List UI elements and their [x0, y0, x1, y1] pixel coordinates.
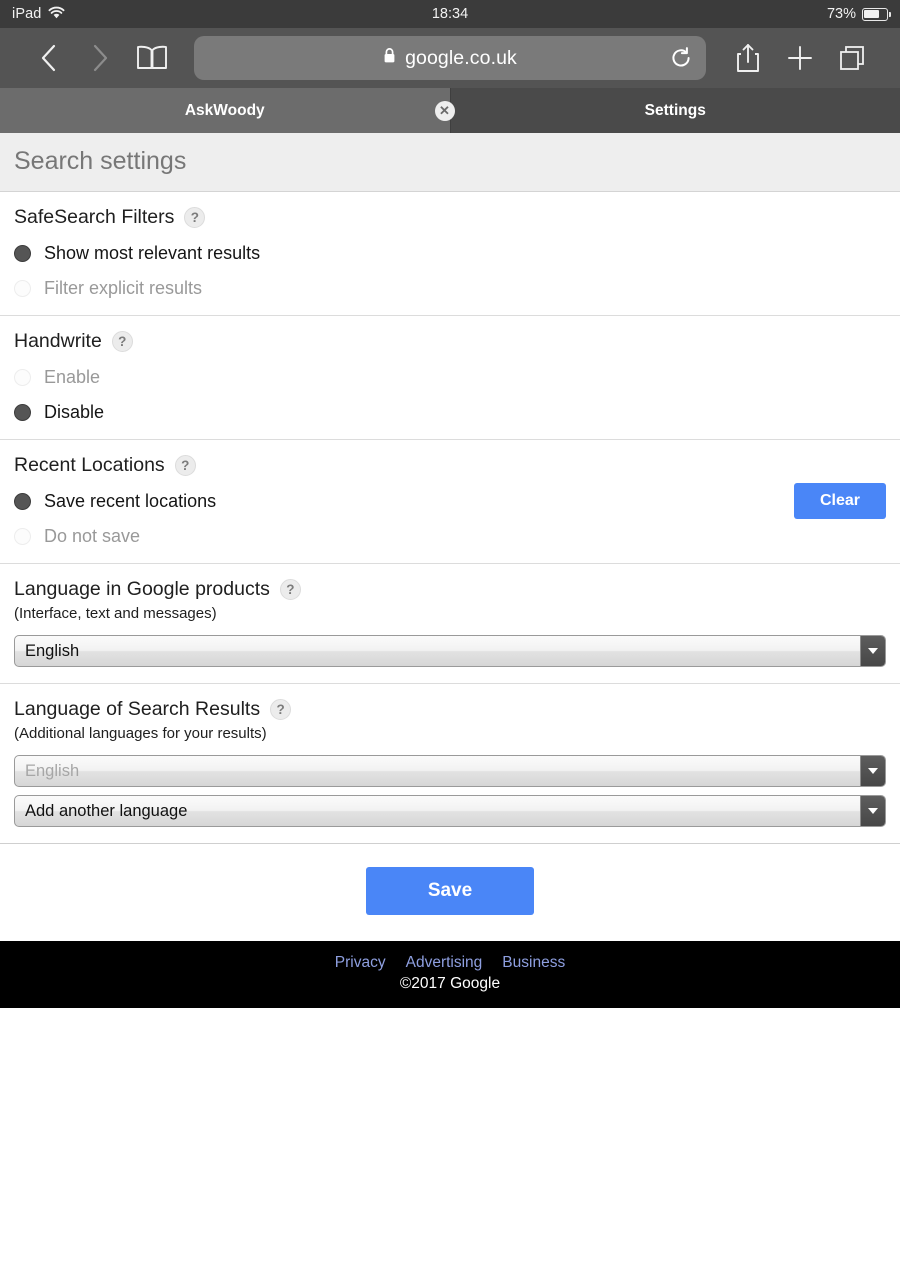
- radio-label: Show most relevant results: [44, 243, 260, 264]
- save-area: Save: [0, 844, 900, 941]
- page-footer: Privacy Advertising Business ©2017 Googl…: [0, 941, 900, 1008]
- help-icon[interactable]: ?: [112, 331, 133, 352]
- section-heading: Handwrite ?: [14, 330, 886, 353]
- radio-button[interactable]: [14, 493, 31, 510]
- help-icon[interactable]: ?: [175, 455, 196, 476]
- address-bar[interactable]: google.co.uk: [194, 36, 706, 80]
- page-blank-area: [0, 1008, 900, 1265]
- interface-language-select[interactable]: English: [14, 635, 886, 667]
- radio-label: Disable: [44, 402, 104, 423]
- ios-status-bar: iPad 18:34 73%: [0, 0, 900, 28]
- section-heading: Recent Locations ?: [14, 454, 886, 477]
- lock-icon: [383, 47, 396, 69]
- radio-label: Do not save: [44, 526, 140, 547]
- radio-option-filter-explicit[interactable]: Filter explicit results: [14, 278, 886, 299]
- tab-label: AskWoody: [185, 102, 265, 120]
- section-title: SafeSearch Filters: [14, 206, 174, 229]
- reload-icon[interactable]: [670, 47, 692, 70]
- add-another-language-select[interactable]: Add another language: [14, 795, 886, 827]
- section-heading: Language in Google products ?: [14, 578, 886, 601]
- section-heading: SafeSearch Filters ?: [14, 206, 886, 229]
- new-tab-button[interactable]: [774, 35, 826, 81]
- back-button[interactable]: [22, 35, 74, 81]
- footer-link-advertising[interactable]: Advertising: [406, 954, 483, 972]
- select-value: Add another language: [15, 802, 187, 821]
- url-text: google.co.uk: [405, 47, 517, 70]
- page-header: Search settings: [0, 133, 900, 192]
- section-title: Recent Locations: [14, 454, 165, 477]
- bookmarks-button[interactable]: [126, 35, 178, 81]
- battery-percent: 73%: [827, 6, 856, 22]
- radio-button[interactable]: [14, 404, 31, 421]
- select-value: English: [15, 762, 79, 781]
- safari-toolbar: google.co.uk: [0, 28, 900, 88]
- radio-label: Enable: [44, 367, 100, 388]
- section-language-of-search-results: Language of Search Results ? (Additional…: [0, 684, 900, 844]
- radio-option-disable[interactable]: Disable: [14, 402, 886, 423]
- section-recent-locations: Recent Locations ? Clear Save recent loc…: [0, 440, 900, 564]
- results-language-select[interactable]: English: [14, 755, 886, 787]
- radio-option-show-most-relevant[interactable]: Show most relevant results: [14, 243, 886, 264]
- section-language-in-google-products: Language in Google products ? (Interface…: [0, 564, 900, 684]
- chevron-down-icon[interactable]: [860, 796, 885, 826]
- browser-tab-askwoody[interactable]: AskWoody: [0, 88, 451, 133]
- radio-label: Filter explicit results: [44, 278, 202, 299]
- radio-option-save-recent-locations[interactable]: Save recent locations: [14, 491, 886, 512]
- footer-links: Privacy Advertising Business: [0, 954, 900, 972]
- status-bar-right: 73%: [827, 6, 888, 22]
- status-bar-clock: 18:34: [0, 6, 900, 22]
- radio-label: Save recent locations: [44, 491, 216, 512]
- radio-option-enable[interactable]: Enable: [14, 367, 886, 388]
- wifi-icon: [48, 6, 65, 22]
- section-subtitle: (Additional languages for your results): [14, 725, 886, 742]
- radio-button[interactable]: [14, 245, 31, 262]
- close-circle-icon[interactable]: ✕: [435, 101, 455, 121]
- radio-button[interactable]: [14, 280, 31, 297]
- section-heading: Language of Search Results ?: [14, 698, 886, 721]
- save-button[interactable]: Save: [366, 867, 534, 915]
- radio-option-do-not-save[interactable]: Do not save: [14, 526, 886, 547]
- chevron-down-icon[interactable]: [860, 636, 885, 666]
- section-title: Handwrite: [14, 330, 102, 353]
- footer-link-privacy[interactable]: Privacy: [335, 954, 386, 972]
- status-bar-left: iPad: [12, 6, 65, 22]
- tab-label: Settings: [645, 102, 706, 120]
- footer-copyright: ©2017 Google: [0, 975, 900, 993]
- help-icon[interactable]: ?: [270, 699, 291, 720]
- google-search-settings-page: Search settings SafeSearch Filters ? Sho…: [0, 133, 900, 1265]
- forward-button[interactable]: [74, 35, 126, 81]
- footer-link-business[interactable]: Business: [502, 954, 565, 972]
- section-title: Language in Google products: [14, 578, 270, 601]
- address-bar-content: google.co.uk: [383, 47, 517, 70]
- browser-tab-settings[interactable]: ✕ Settings: [451, 88, 900, 133]
- battery-icon: [862, 8, 888, 21]
- select-value: English: [15, 642, 79, 661]
- section-subtitle: (Interface, text and messages): [14, 605, 886, 622]
- section-title: Language of Search Results: [14, 698, 260, 721]
- section-handwrite: Handwrite ? Enable Disable: [0, 316, 900, 440]
- chevron-down-icon[interactable]: [860, 756, 885, 786]
- tabs-overview-button[interactable]: [826, 35, 878, 81]
- section-safesearch-filters: SafeSearch Filters ? Show most relevant …: [0, 192, 900, 316]
- share-button[interactable]: [722, 35, 774, 81]
- help-icon[interactable]: ?: [280, 579, 301, 600]
- tab-bar: AskWoody ✕ Settings: [0, 88, 900, 133]
- page-title: Search settings: [14, 147, 886, 176]
- device-name: iPad: [12, 6, 41, 22]
- radio-button[interactable]: [14, 528, 31, 545]
- clear-button[interactable]: Clear: [794, 483, 886, 519]
- help-icon[interactable]: ?: [184, 207, 205, 228]
- radio-button[interactable]: [14, 369, 31, 386]
